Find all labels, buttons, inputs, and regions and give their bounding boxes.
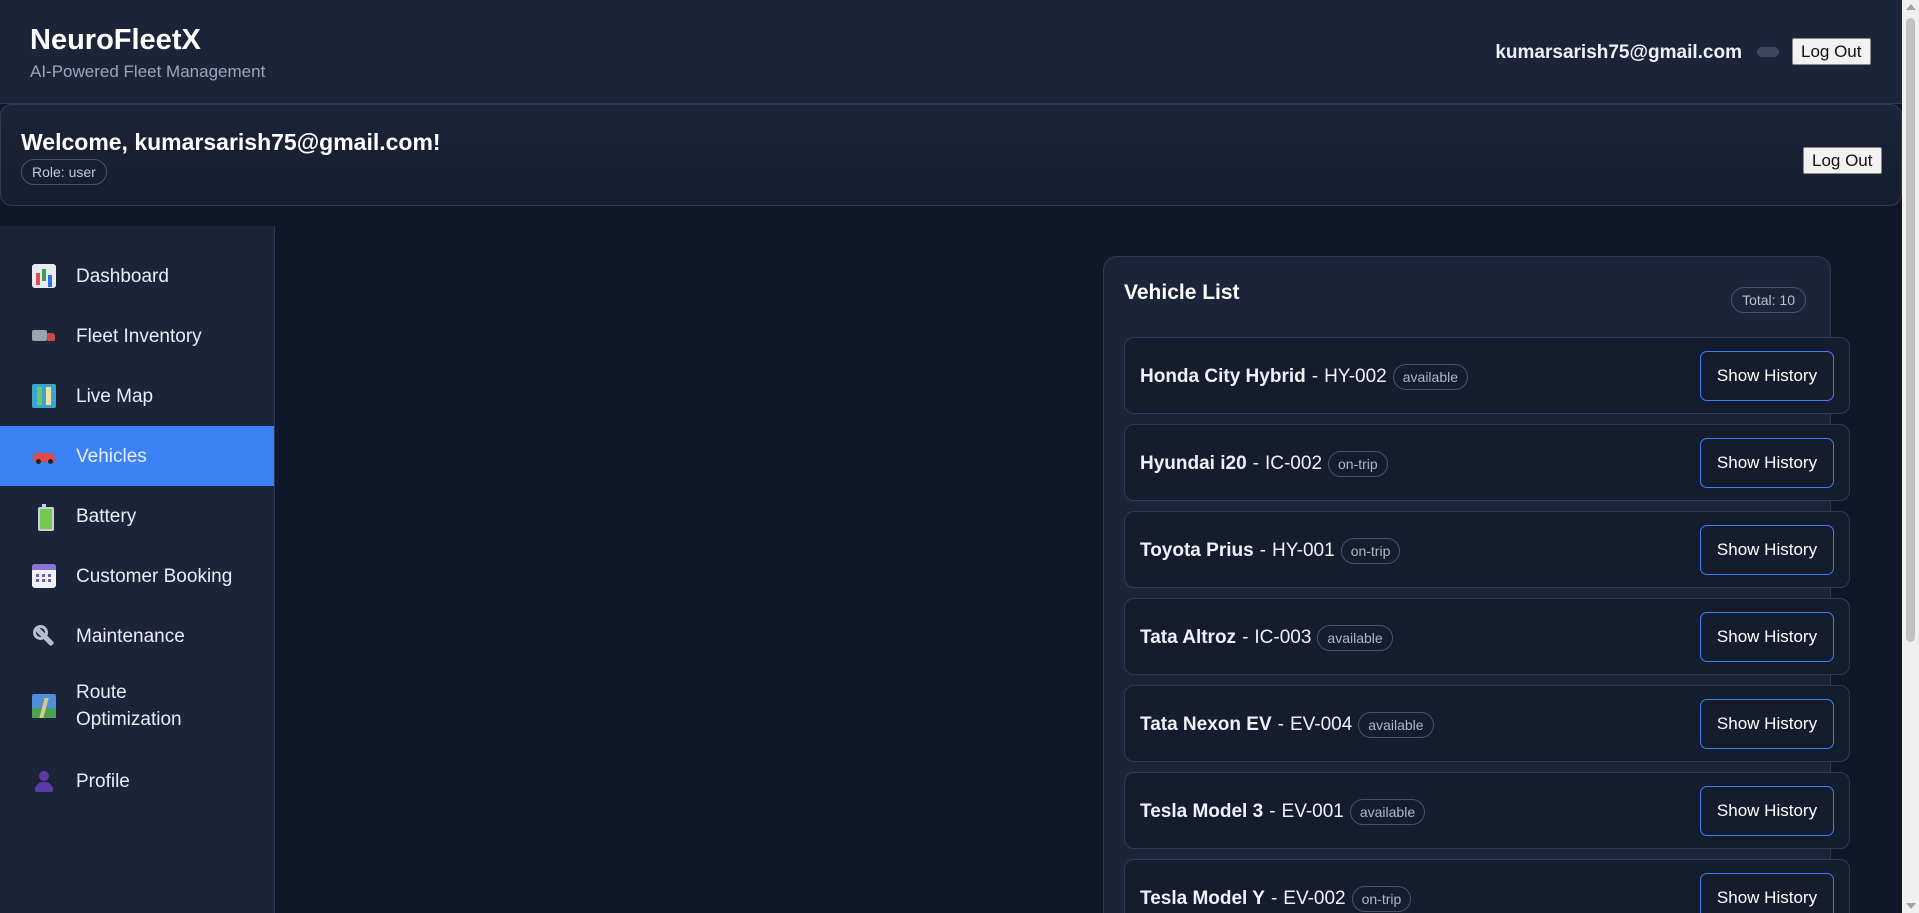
brand-title: NeuroFleetX	[30, 24, 201, 56]
sidebar-item-maintenance[interactable]: Maintenance	[0, 606, 274, 666]
sidebar-item-label: Route Optimization	[76, 682, 182, 730]
vehicle-code: IC-002	[1264, 452, 1323, 474]
vehicle-code: EV-002	[1283, 887, 1346, 909]
header-user-email: kumarsarish75@gmail.com	[1495, 42, 1742, 63]
welcome-title: Welcome, kumarsarish75@gmail.com!	[21, 129, 441, 155]
vehicle-name: Toyota Prius	[1140, 539, 1254, 561]
show-history-button[interactable]: Show History	[1700, 525, 1834, 575]
show-history-button[interactable]: Show History	[1700, 351, 1834, 401]
status-badge: available	[1317, 624, 1393, 651]
show-history-button[interactable]: Show History	[1700, 786, 1834, 836]
vehicle-code: HY-001	[1272, 539, 1335, 561]
vehicle-list-title: Vehicle List	[1124, 281, 1240, 304]
vehicle-name: Tata Nexon EV	[1140, 713, 1272, 735]
vehicle-separator: -	[1252, 452, 1259, 474]
show-history-button[interactable]: Show History	[1700, 612, 1834, 662]
sidebar-item-dashboard[interactable]: Dashboard	[0, 246, 274, 306]
vehicle-code: EV-004	[1289, 713, 1353, 735]
vehicle-name: Tesla Model 3	[1140, 800, 1264, 822]
status-badge: available	[1358, 711, 1434, 738]
sidebar-item-vehicles[interactable]: Vehicles	[0, 426, 274, 486]
vehicle-name: Hyundai i20	[1140, 452, 1247, 474]
sidebar: Dashboard Fleet Inventory Live Map Vehic…	[0, 226, 275, 913]
sidebar-item-label: Maintenance	[76, 625, 185, 647]
status-badge: on-trip	[1340, 537, 1401, 564]
dashboard-chart-icon	[32, 264, 56, 288]
vehicle-list-panel: Vehicle List Total: 10 Honda City Hybrid…	[1103, 256, 1850, 913]
vehicle-code: HY-002	[1324, 365, 1387, 387]
sidebar-item-fleet-inventory[interactable]: Fleet Inventory	[0, 306, 274, 366]
welcome-card: Welcome, kumarsarish75@gmail.com! Role: …	[0, 104, 1902, 206]
calendar-icon	[32, 564, 56, 588]
status-badge: available	[1392, 363, 1469, 390]
sidebar-item-label: Dashboard	[76, 265, 169, 287]
vehicle-row: Toyota Prius - HY-001 on-trip Show Histo…	[1124, 511, 1850, 588]
app-root: NeuroFleetX AI-Powered Fleet Management …	[0, 0, 1919, 913]
sidebar-item-label: Battery	[76, 505, 137, 527]
vehicle-name: Tesla Model Y	[1140, 887, 1265, 909]
map-icon	[32, 384, 56, 408]
wrench-icon	[32, 624, 56, 648]
vehicle-row: Tesla Model Y - EV-002 on-trip Show Hist…	[1124, 859, 1850, 913]
scrollbar-thumb[interactable]	[1906, 18, 1915, 642]
theme-toggle[interactable]	[1757, 47, 1779, 57]
sidebar-item-label: Customer Booking	[76, 565, 233, 587]
status-badge: on-trip	[1328, 450, 1388, 477]
status-badge: on-trip	[1351, 885, 1412, 912]
scroll-down-arrow-icon[interactable]	[1906, 903, 1916, 909]
vehicle-separator: -	[1311, 365, 1319, 387]
status-badge: available	[1349, 798, 1426, 825]
sidebar-item-label: Vehicles	[76, 445, 147, 467]
show-history-button[interactable]: Show History	[1700, 873, 1834, 913]
vehicle-separator: -	[1277, 713, 1284, 735]
total-count-badge: Total: 10	[1731, 287, 1806, 313]
vehicle-row: Tata Nexon EV - EV-004 available Show Hi…	[1124, 685, 1850, 762]
top-header: NeuroFleetX AI-Powered Fleet Management …	[0, 0, 1902, 104]
vehicle-separator: -	[1259, 539, 1266, 561]
vehicle-separator: -	[1270, 887, 1278, 909]
sidebar-item-label: Fleet Inventory	[76, 325, 202, 347]
sidebar-item-customer-booking[interactable]: Customer Booking	[0, 546, 274, 606]
truck-icon	[32, 324, 56, 348]
vehicle-row: Tata Altroz - IC-003 available Show Hist…	[1124, 598, 1850, 675]
vehicle-separator: -	[1242, 626, 1249, 648]
sidebar-item-label: Live Map	[76, 385, 154, 407]
sidebar-item-battery[interactable]: Battery	[0, 486, 274, 546]
sidebar-item-profile[interactable]: Profile	[0, 751, 274, 811]
show-history-button[interactable]: Show History	[1700, 438, 1834, 488]
vehicle-row: Hyundai i20 - IC-002 on-trip Show Histor…	[1124, 424, 1850, 501]
sidebar-item-route-optimization[interactable]: Route Optimization	[0, 666, 274, 746]
vehicle-code: EV-001	[1281, 800, 1344, 822]
route-icon	[32, 694, 56, 718]
user-icon	[32, 769, 56, 793]
scroll-up-arrow-icon[interactable]	[1906, 4, 1916, 10]
show-history-button[interactable]: Show History	[1700, 699, 1834, 749]
vehicle-separator: -	[1269, 800, 1276, 822]
vehicle-name: Honda City Hybrid	[1140, 365, 1306, 387]
page-scrollbar[interactable]	[1902, 0, 1919, 913]
brand-tagline: AI-Powered Fleet Management	[30, 62, 266, 81]
vehicle-row: Tesla Model 3 - EV-001 available Show Hi…	[1124, 772, 1850, 849]
header-logout-button[interactable]: Log Out	[1792, 38, 1871, 65]
vehicle-code: IC-003	[1254, 626, 1312, 648]
role-badge: Role: user	[21, 159, 107, 185]
battery-icon	[32, 504, 56, 531]
vehicle-row: Honda City Hybrid - HY-002 available Sho…	[1124, 337, 1850, 414]
sidebar-item-live-map[interactable]: Live Map	[0, 366, 274, 426]
car-icon	[32, 444, 56, 468]
vehicle-name: Tata Altroz	[1140, 626, 1237, 648]
welcome-logout-button[interactable]: Log Out	[1803, 147, 1882, 174]
sidebar-item-label: Profile	[76, 770, 130, 792]
